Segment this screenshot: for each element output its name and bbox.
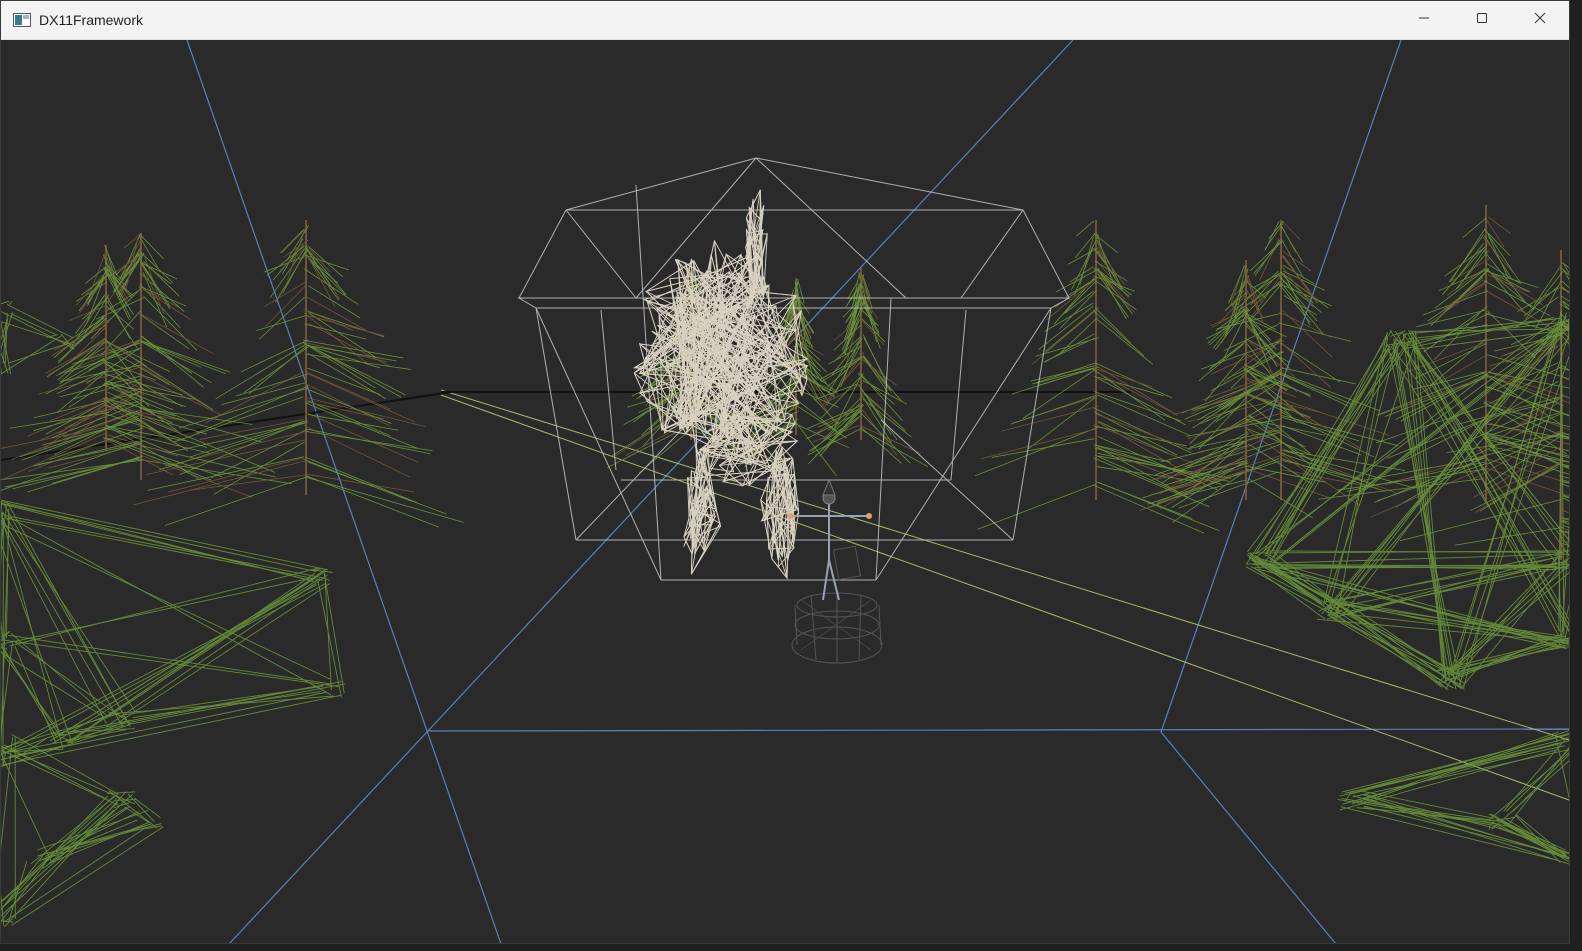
close-button[interactable] — [1511, 1, 1569, 39]
render-viewport[interactable] — [1, 40, 1569, 943]
window-title: DX11Framework — [39, 12, 143, 28]
app-window-icon — [13, 13, 31, 27]
window-controls — [1395, 1, 1569, 39]
minimize-button[interactable] — [1395, 1, 1453, 39]
title-bar[interactable]: DX11Framework — [1, 1, 1569, 40]
maximize-button[interactable] — [1453, 1, 1511, 39]
close-icon — [1534, 11, 1546, 29]
maximize-icon — [1476, 11, 1488, 29]
application-window: DX11Framework — [0, 0, 1570, 944]
3d-scene — [1, 40, 1569, 943]
minimize-icon — [1418, 11, 1430, 29]
